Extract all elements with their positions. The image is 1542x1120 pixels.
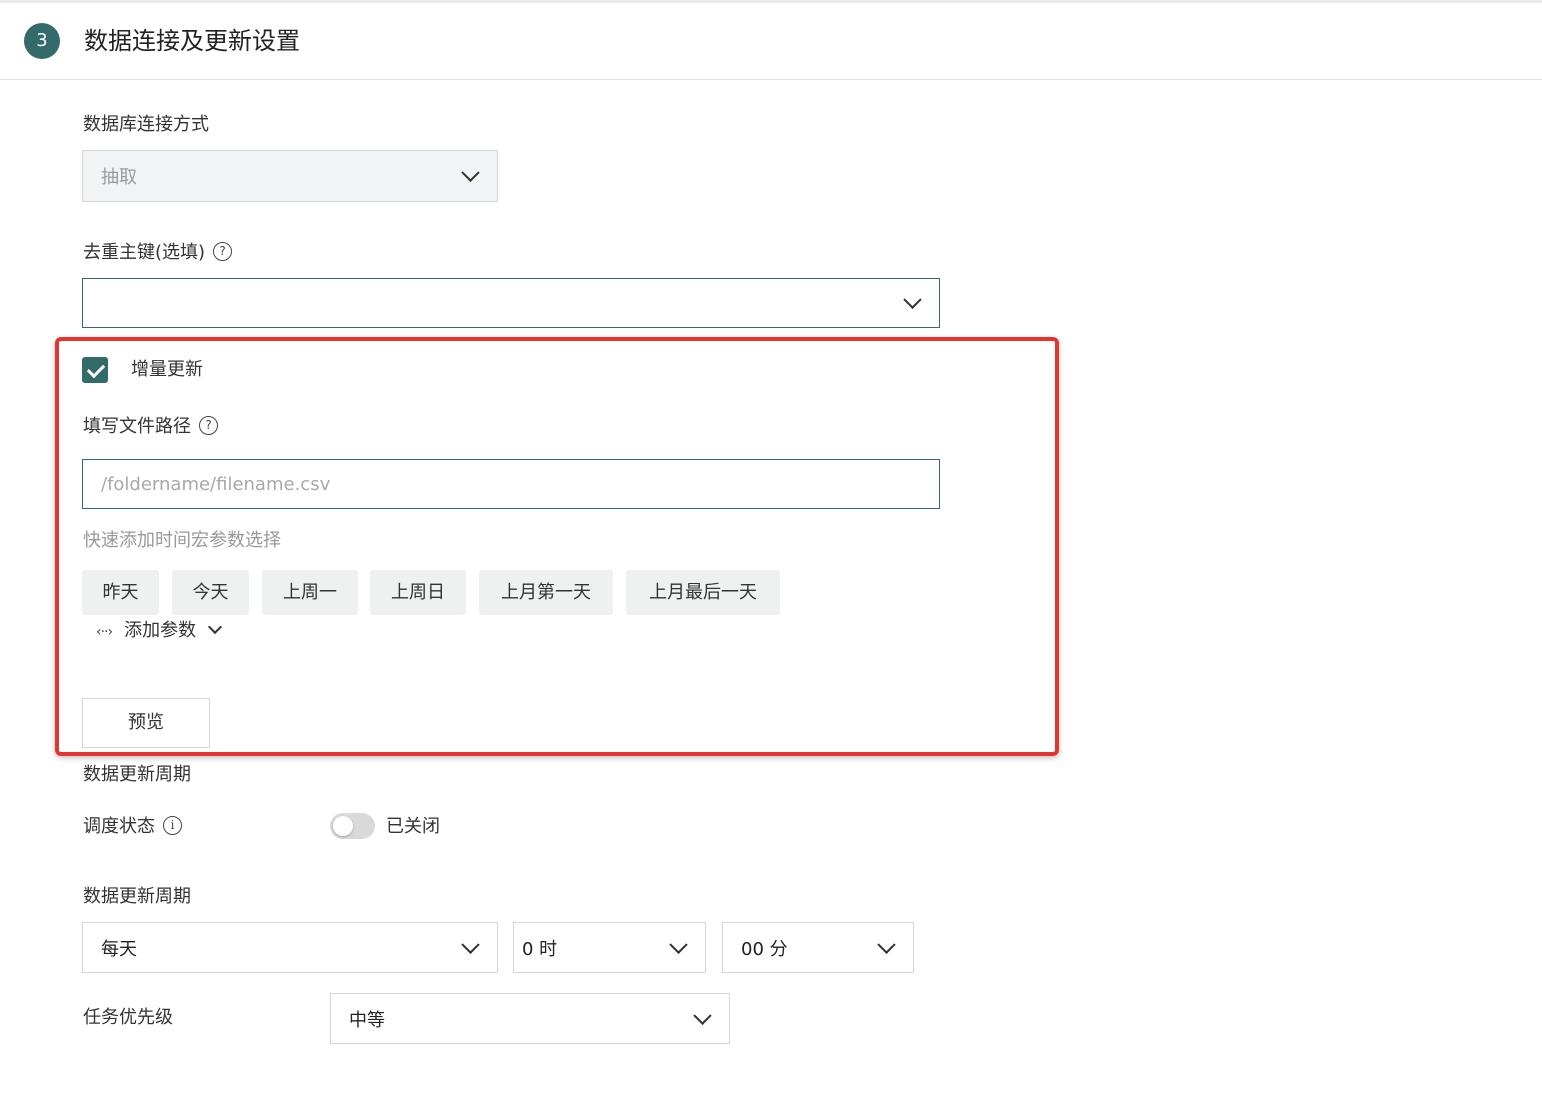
page: 3 数据连接及更新设置 数据库连接方式 抽取 去重主键(选填)? 增量更新 填写… <box>0 0 1542 1120</box>
incremental-update-label: 增量更新 <box>131 359 203 380</box>
toggle-knob <box>333 816 353 836</box>
chevron-down-icon <box>903 290 922 309</box>
chevron-down-icon <box>208 619 223 635</box>
macro-chip-last-month-first-day[interactable]: 上月第一天 <box>479 570 613 615</box>
task-priority-label: 任务优先级 <box>83 1007 173 1028</box>
file-path-input[interactable] <box>82 459 940 509</box>
macro-chip-yesterday[interactable]: 昨天 <box>82 570 159 615</box>
chevron-down-icon <box>461 935 480 954</box>
update-period-select[interactable]: 每天 <box>82 922 498 973</box>
update-cycle-section-label: 数据更新周期 <box>83 764 191 785</box>
update-minute-value: 00 分 <box>741 938 788 960</box>
chevron-down-icon <box>877 935 896 954</box>
macro-params-label: 快速添加时间宏参数选择 <box>83 530 281 551</box>
chevron-down-icon <box>461 163 480 182</box>
incremental-update-checkbox[interactable] <box>82 357 108 383</box>
schedule-status-label-text: 调度状态 <box>83 816 155 837</box>
macro-chip-last-sunday[interactable]: 上周日 <box>370 570 466 615</box>
file-path-label-text: 填写文件路径 <box>83 416 191 437</box>
chevron-down-icon <box>669 935 688 954</box>
update-cycle-label: 数据更新周期 <box>83 886 191 907</box>
section-title: 数据连接及更新设置 <box>84 27 300 55</box>
help-icon[interactable]: ? <box>213 241 233 261</box>
update-hour-select[interactable]: 0 时 <box>513 922 706 973</box>
preview-button[interactable]: 预览 <box>82 698 210 748</box>
help-icon[interactable]: ? <box>199 415 218 435</box>
update-minute-select[interactable]: 00 分 <box>722 922 914 973</box>
connection-method-label: 数据库连接方式 <box>83 114 209 135</box>
schedule-toggle[interactable] <box>330 813 375 839</box>
schedule-toggle-text: 已关闭 <box>386 816 440 837</box>
update-hour-value: 0 时 <box>522 938 558 960</box>
schedule-status-label: 调度状态 i <box>83 815 182 839</box>
connection-method-value: 抽取 <box>101 167 137 188</box>
connection-method-select[interactable]: 抽取 <box>82 150 498 202</box>
file-path-label: 填写文件路径? <box>83 415 218 439</box>
task-priority-value: 中等 <box>349 1009 385 1031</box>
section-header: 3 数据连接及更新设置 <box>0 3 1542 80</box>
add-param-label: 添加参数 <box>124 620 197 641</box>
code-icon: ‹··› <box>96 624 113 640</box>
macro-chip-last-month-last-day[interactable]: 上月最后一天 <box>626 570 780 615</box>
add-param-dropdown[interactable]: ‹··› 添加参数 <box>96 619 223 643</box>
step-number-badge: 3 <box>24 23 60 59</box>
checkmark-icon <box>86 359 106 379</box>
dedup-key-label: 去重主键(选填)? <box>83 241 233 265</box>
update-period-value: 每天 <box>101 938 137 960</box>
chevron-down-icon <box>693 1006 712 1025</box>
info-icon[interactable]: i <box>163 815 182 835</box>
dedup-key-label-text: 去重主键(选填) <box>83 242 206 263</box>
dedup-key-select[interactable] <box>82 278 940 328</box>
macro-chip-today[interactable]: 今天 <box>172 570 249 615</box>
task-priority-select[interactable]: 中等 <box>330 993 730 1044</box>
macro-chip-last-monday[interactable]: 上周一 <box>262 570 358 615</box>
